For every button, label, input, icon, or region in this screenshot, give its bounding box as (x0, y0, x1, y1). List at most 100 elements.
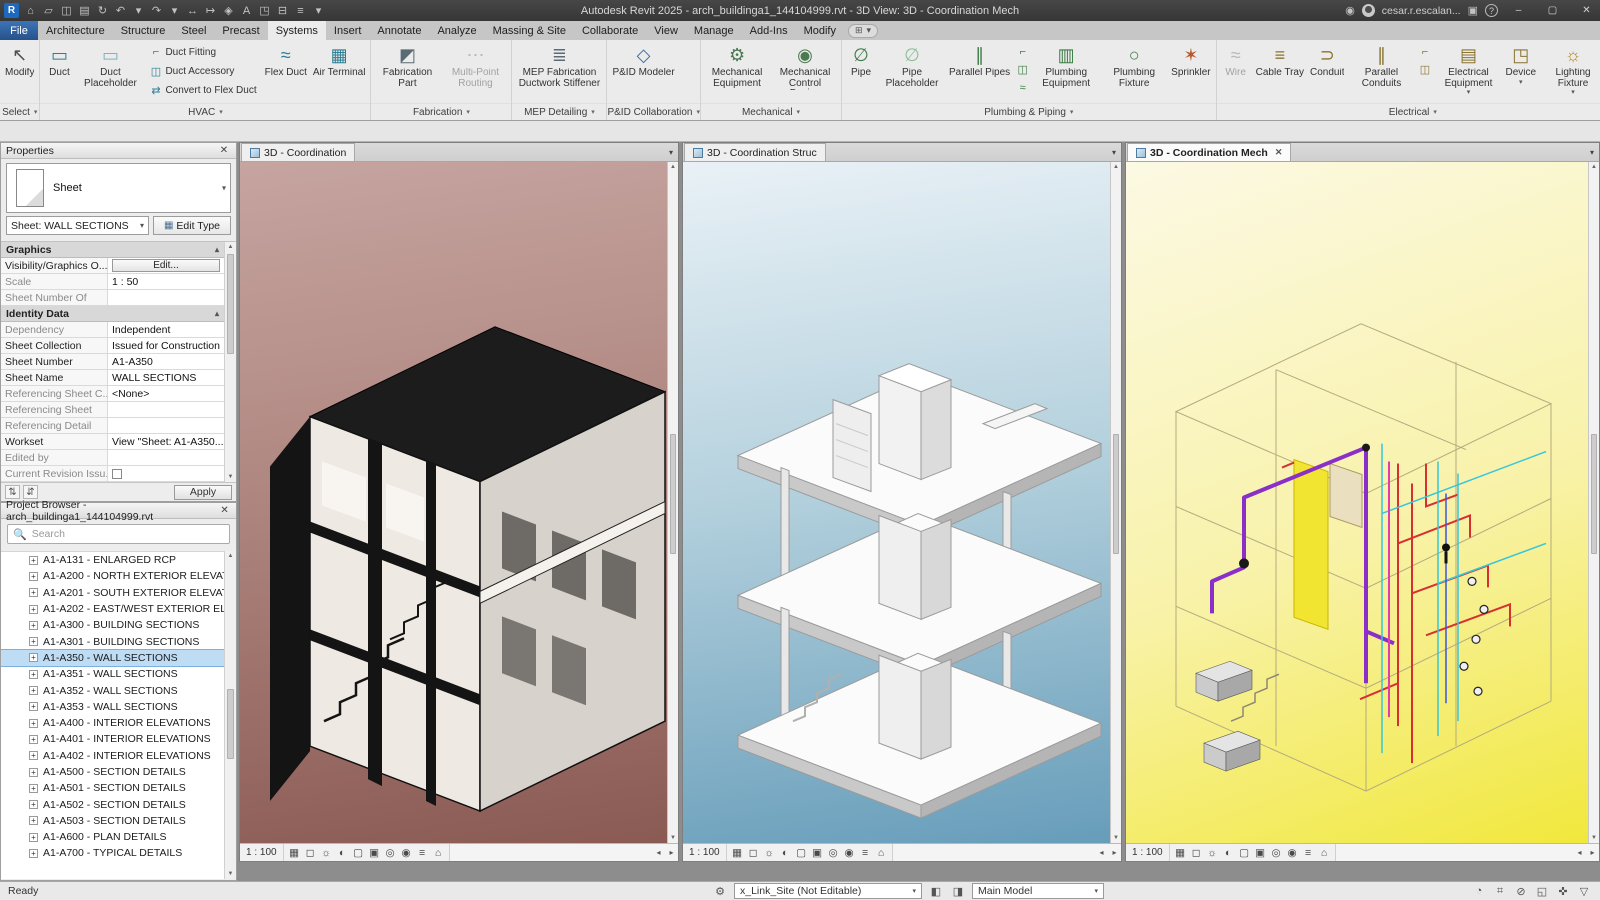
expand-icon[interactable]: + (29, 718, 38, 728)
temporary-view-properties-icon[interactable]: ≡ (415, 847, 430, 859)
view-scale[interactable]: 1 : 100 (240, 844, 284, 861)
browser-item-a1-a400[interactable]: + A1-A400 - INTERIOR ELEVATIONS (1, 715, 224, 731)
sun-path-icon[interactable]: ☼ (1205, 847, 1220, 859)
expand-icon[interactable]: + (29, 751, 38, 761)
sun-path-icon[interactable]: ☼ (319, 847, 334, 859)
tool-pipe[interactable]: ∅ Pipe (844, 42, 878, 103)
default-3d-view-icon[interactable]: ◳ (256, 4, 273, 17)
sync-with-central-icon[interactable]: ↻ (94, 4, 111, 17)
tab-insert[interactable]: Insert (326, 21, 370, 40)
tab-architecture[interactable]: Architecture (38, 21, 113, 40)
expand-icon[interactable]: + (29, 686, 38, 696)
section-graphics[interactable]: Graphics ▴ (1, 242, 224, 258)
tool-wire[interactable]: ≈ Wire (1219, 42, 1253, 103)
detail-level-icon[interactable]: ▦ (287, 847, 302, 859)
tool-duct-accessory[interactable]: ◫ Duct Accessory (146, 62, 259, 80)
tool-p-id-modeler[interactable]: ◇ P&ID Modeler (609, 42, 677, 103)
shadows-icon[interactable]: ◐ (335, 847, 350, 859)
panel-label-select[interactable]: Select ▾ (0, 103, 40, 120)
tool-conduit-fitting[interactable]: ◫ (1416, 61, 1433, 78)
expand-icon[interactable]: + (29, 588, 38, 598)
maximize-button[interactable]: ▢ (1539, 0, 1566, 21)
tool-parallel-conduits[interactable]: ∥ Parallel Conduits (1347, 42, 1415, 103)
horizontal-scrollbar[interactable]: ◂ ▸ (891, 844, 1121, 861)
visual-style-icon[interactable]: ◻ (746, 847, 761, 859)
expand-icon[interactable]: + (29, 620, 38, 630)
vertical-scrollbar[interactable]: ▲ ▼ (1588, 162, 1599, 843)
browser-item-a1-a402[interactable]: + A1-A402 - INTERIOR ELEVATIONS (1, 748, 224, 764)
detail-level-icon[interactable]: ▦ (730, 847, 745, 859)
close-properties-icon[interactable]: ✕ (217, 145, 231, 156)
tool-mep-fabrication-ductwork-stiffener[interactable]: ≣ MEP Fabrication Ductwork Stiffener (514, 42, 604, 103)
detail-level-icon[interactable]: ▦ (1173, 847, 1188, 859)
apply-button[interactable]: Apply (174, 484, 232, 500)
design-option-select[interactable]: Main Model ▾ (972, 883, 1104, 899)
expand-icon[interactable]: + (29, 653, 38, 663)
text-icon[interactable]: A (238, 5, 255, 17)
analytical-model-icon[interactable]: ⌂ (1317, 847, 1332, 859)
tool-air-terminal[interactable]: ▦ Air Terminal (310, 42, 369, 103)
show-crop-region-icon[interactable]: ▣ (810, 847, 825, 859)
panel-label-p-id-collaboration[interactable]: P&ID Collaboration ▾ (607, 103, 701, 120)
tool-conduit[interactable]: ⊃ Conduit (1307, 42, 1347, 103)
home-icon[interactable]: ⌂ (22, 5, 39, 17)
search-input[interactable] (31, 528, 224, 540)
tab-collaborate[interactable]: Collaborate (574, 21, 646, 40)
filter-icon[interactable]: ▽ (1576, 885, 1592, 898)
view-scale[interactable]: 1 : 100 (683, 844, 727, 861)
tab-list-chevron-icon[interactable]: ▾ (1107, 148, 1121, 157)
scroll-left-icon[interactable]: ◂ (1095, 848, 1108, 857)
tool-flex-pipe[interactable]: ≈ (1014, 79, 1031, 96)
panel-label-plumbing-piping[interactable]: Plumbing & Piping ▾ (842, 103, 1216, 120)
undo-icon[interactable]: ↶ (112, 4, 129, 17)
reveal-hidden-elements-icon[interactable]: ◉ (842, 847, 857, 859)
properties-header[interactable]: Properties ✕ (1, 143, 236, 159)
browser-item-a1-a351[interactable]: + A1-A351 - WALL SECTIONS (1, 666, 224, 682)
expand-icon[interactable]: + (29, 702, 38, 712)
crop-view-icon[interactable]: ▢ (351, 847, 366, 859)
tool-multi-point-routing[interactable]: ⋯ Multi-Point Routing (441, 42, 509, 103)
browser-item-a1-a502[interactable]: + A1-A502 - SECTION DETAILS (1, 796, 224, 812)
tab-precast[interactable]: Precast (214, 21, 267, 40)
revision-checkbox[interactable] (112, 468, 122, 479)
cart-icon[interactable]: ▣ (1468, 4, 1478, 17)
drag-elements-on-selection-icon[interactable]: ✜ (1555, 885, 1571, 898)
reveal-hidden-elements-icon[interactable]: ◉ (399, 847, 414, 859)
sun-path-icon[interactable]: ☼ (762, 847, 777, 859)
project-browser-header[interactable]: Project Browser - arch_buildinga1_144104… (1, 499, 236, 523)
panel-label-mechanical[interactable]: Mechanical ▾ (701, 103, 842, 120)
select-links-icon[interactable]: ⌗ (1492, 885, 1508, 898)
tool-mechanical-equipment[interactable]: ⚙ Mechanical Equipment (703, 42, 771, 103)
expand-icon[interactable]: + (29, 604, 38, 614)
expand-icon[interactable]: + (29, 571, 38, 581)
tool-plumbing-fixture[interactable]: ○ Plumbing Fixture (1100, 42, 1168, 103)
tool-duct-fitting[interactable]: ⌐ Duct Fitting (146, 43, 259, 61)
horizontal-scrollbar[interactable]: ◂ ▸ (448, 844, 678, 861)
tool-pipe-accessory[interactable]: ◫ (1014, 61, 1031, 78)
select-elements-by-face-icon[interactable]: ◱ (1534, 885, 1550, 898)
tool-cable-tray[interactable]: ≡ Cable Tray (1253, 42, 1307, 103)
scroll-left-icon[interactable]: ◂ (652, 848, 665, 857)
tool-pipe-fitting[interactable]: ⌐ (1014, 43, 1031, 60)
browser-item-a1-a503[interactable]: + A1-A503 - SECTION DETAILS (1, 813, 224, 829)
type-selector[interactable]: Sheet ▾ (6, 163, 231, 213)
undo-dropdown-icon[interactable]: ▾ (130, 4, 147, 17)
scroll-right-icon[interactable]: ▸ (665, 848, 678, 857)
background-processes-icon[interactable]: ◔ (1471, 885, 1487, 897)
browser-item-a1-a201[interactable]: +A1-A201 - SOUTH EXTERIOR ELEVATION (1, 585, 224, 601)
tool-duct-placeholder[interactable]: ▭ Duct Placeholder (76, 42, 144, 103)
edit-type-button[interactable]: ▦ Edit Type (153, 216, 231, 235)
view-tab-3d-coordination-mech[interactable]: 3D - Coordination Mech ✕ (1127, 143, 1292, 161)
view-tab-3d-coordination[interactable]: 3D - Coordination (241, 143, 356, 161)
tool-sprinkler[interactable]: ✶ Sprinkler (1168, 42, 1213, 103)
customize-qat-icon[interactable]: ▾ (310, 4, 327, 17)
scroll-right-icon[interactable]: ▸ (1586, 848, 1599, 857)
tab-massing-site[interactable]: Massing & Site (485, 21, 574, 40)
sort-order-icon[interactable]: ⇵ (23, 485, 38, 499)
analytical-model-icon[interactable]: ⌂ (431, 847, 446, 859)
browser-item-a1-a401[interactable]: + A1-A401 - INTERIOR ELEVATIONS (1, 731, 224, 747)
panel-label-fabrication[interactable]: Fabrication ▾ (371, 103, 512, 120)
expand-icon[interactable]: + (29, 555, 38, 565)
browser-item-a1-a202[interactable]: +A1-A202 - EAST/WEST EXTERIOR ELEVAT (1, 601, 224, 617)
expand-icon[interactable]: + (29, 669, 38, 679)
